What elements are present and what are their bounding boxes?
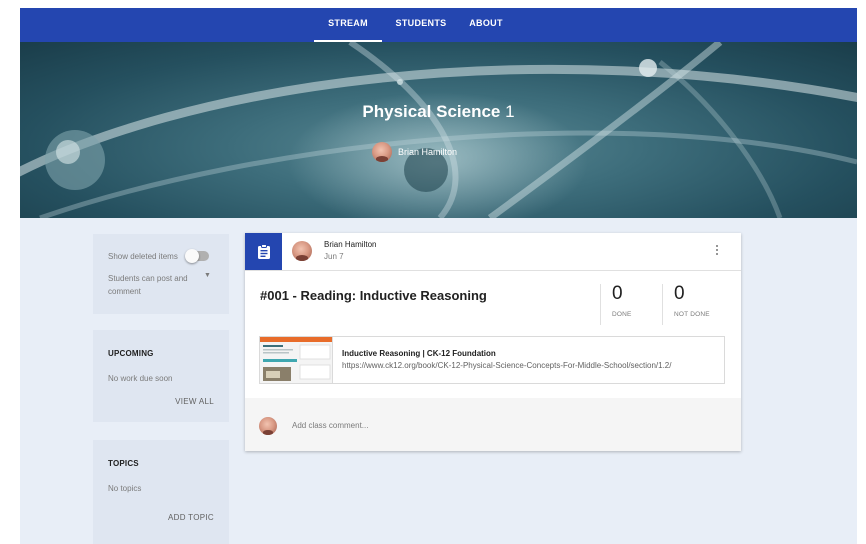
topics-message: No topics	[108, 484, 142, 493]
done-stat[interactable]: 0 DONE	[612, 283, 662, 318]
class-comment-input[interactable]: Add class comment...	[245, 398, 741, 451]
classroom-app: STREAM STUDENTS ABOUT Physical Science 1	[20, 8, 857, 544]
done-count: 0	[612, 283, 623, 304]
top-navigation: STREAM STUDENTS ABOUT	[20, 8, 857, 42]
comment-placeholder: Add class comment...	[292, 421, 369, 430]
teacher-avatar	[372, 142, 392, 162]
not-done-label: NOT DONE	[674, 311, 710, 318]
commenter-avatar	[259, 417, 277, 435]
course-name: Physical Science	[362, 102, 501, 121]
header-divider	[245, 270, 741, 271]
teacher-info: Brian Hamilton	[372, 142, 457, 162]
stat-divider	[662, 284, 663, 325]
assignment-post: Brian Hamilton Jun 7 #001 - Reading: Ind…	[245, 233, 741, 451]
show-deleted-label: Show deleted items	[108, 252, 178, 261]
settings-card: Show deleted items Students can post and…	[93, 234, 229, 314]
post-author: Brian Hamilton	[324, 240, 377, 249]
course-banner: Physical Science 1 Brian Hamilton	[20, 42, 857, 218]
tab-about[interactable]: ABOUT	[466, 8, 506, 42]
link-url: https://www.ck12.org/book/CK-12-Physical…	[342, 361, 672, 370]
dropdown-arrow-icon[interactable]: ▼	[204, 272, 211, 279]
course-title: Physical Science 1	[20, 102, 857, 122]
topics-card: TOPICS No topics ADD TOPIC	[93, 440, 229, 544]
post-title[interactable]: #001 - Reading: Inductive Reasoning	[260, 288, 487, 303]
course-section: 1	[505, 102, 515, 121]
assignment-icon	[245, 233, 282, 270]
upcoming-card: UPCOMING No work due soon VIEW ALL	[93, 330, 229, 422]
more-vert-icon[interactable]	[712, 245, 722, 259]
upcoming-message: No work due soon	[108, 374, 173, 383]
post-date: Jun 7	[324, 252, 344, 261]
teacher-name: Brian Hamilton	[398, 147, 458, 157]
author-avatar[interactable]	[292, 241, 312, 261]
upcoming-heading: UPCOMING	[108, 349, 154, 358]
view-all-button[interactable]: VIEW ALL	[175, 397, 214, 406]
link-thumbnail	[260, 337, 333, 383]
atom-banner-illustration	[20, 42, 857, 218]
topics-heading: TOPICS	[108, 459, 139, 468]
tab-students[interactable]: STUDENTS	[390, 8, 452, 42]
link-attachment[interactable]: Inductive Reasoning | CK-12 Foundation h…	[259, 336, 725, 384]
post-permission-label-line2[interactable]: comment	[108, 287, 141, 296]
add-topic-button[interactable]: ADD TOPIC	[168, 513, 214, 522]
link-title: Inductive Reasoning | CK-12 Foundation	[342, 349, 496, 358]
toggle-knob	[185, 249, 199, 263]
stat-divider	[600, 284, 601, 325]
not-done-stat[interactable]: 0 NOT DONE	[674, 283, 724, 318]
not-done-count: 0	[674, 283, 685, 304]
show-deleted-toggle[interactable]	[185, 249, 209, 263]
post-permission-label[interactable]: Students can post and	[108, 274, 188, 283]
tab-stream[interactable]: STREAM	[314, 8, 382, 42]
done-label: DONE	[612, 311, 632, 318]
